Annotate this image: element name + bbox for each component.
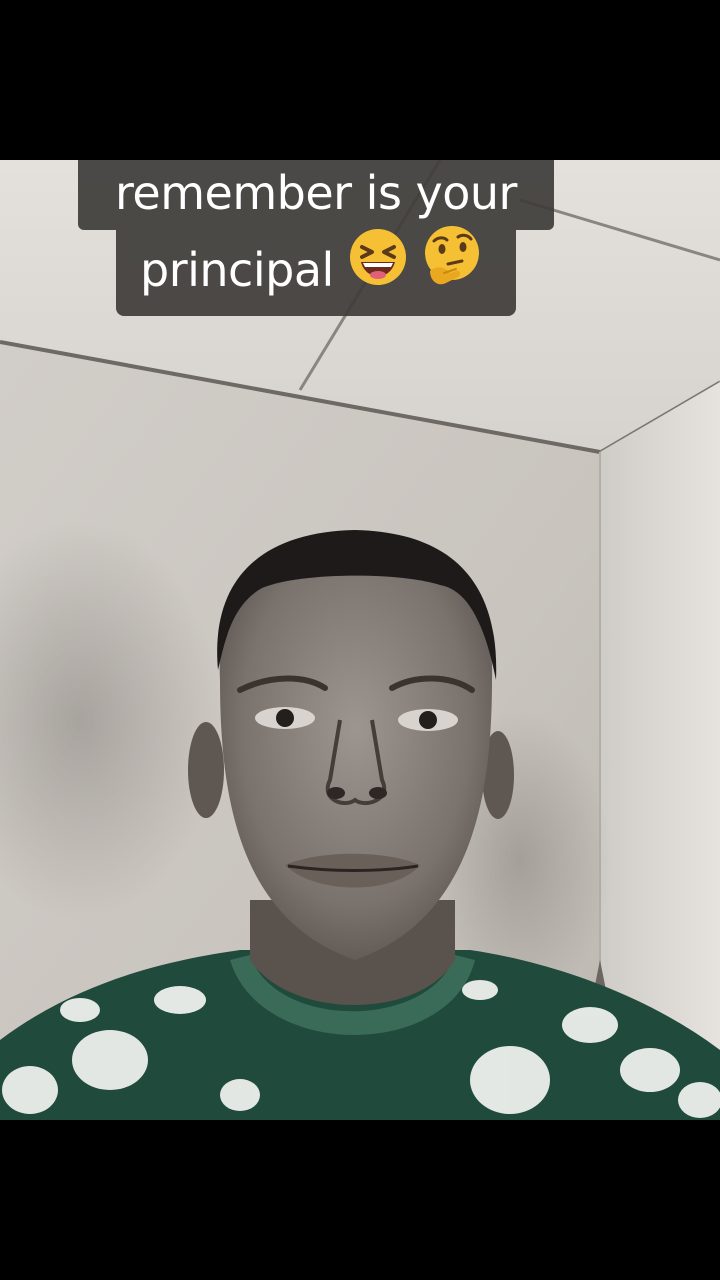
letterbox-top — [0, 0, 720, 160]
grinning-squinting-face-icon — [348, 227, 408, 311]
caption-text-1: remember is your — [115, 166, 517, 220]
caption-text-2: principal — [140, 243, 334, 297]
caption-line-2: principal — [116, 225, 516, 316]
caption-line-1: remember is your — [78, 160, 554, 230]
letterbox-bottom — [0, 1120, 720, 1280]
thinking-face-icon — [422, 225, 482, 313]
